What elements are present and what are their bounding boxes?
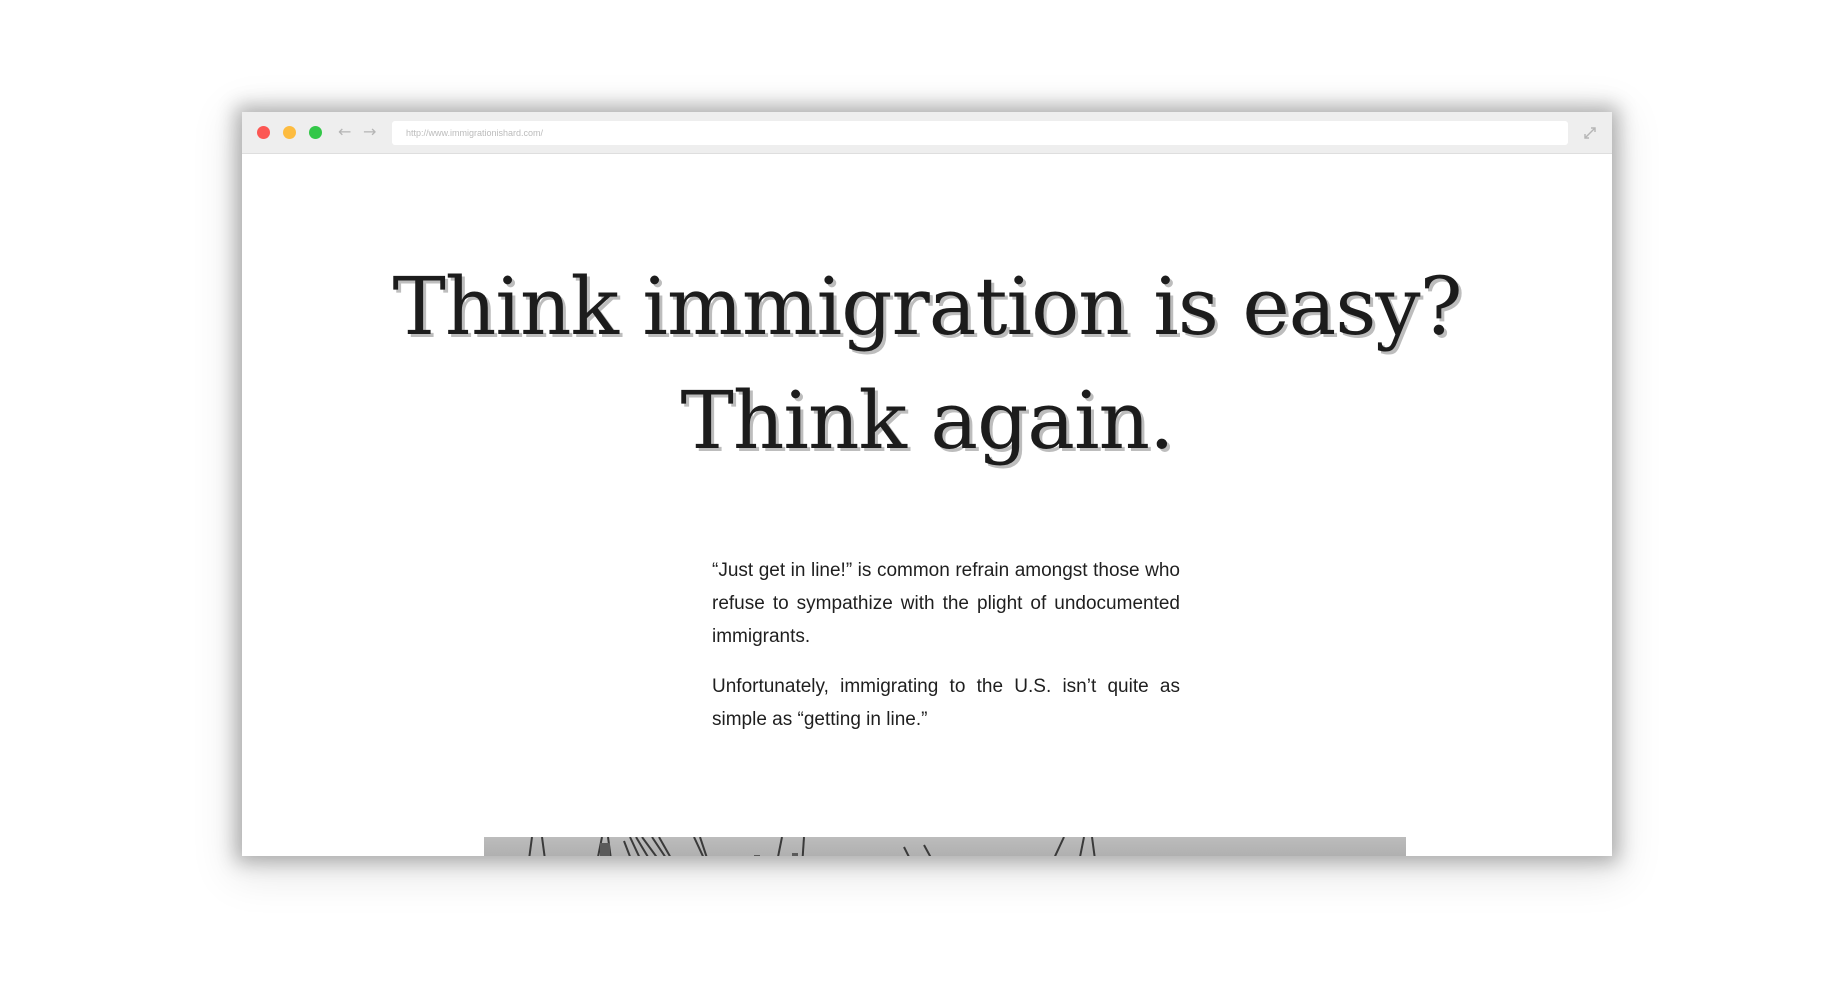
browser-window: ← → http://www.immigrationishard.com/ Th… <box>242 112 1612 856</box>
address-bar[interactable]: http://www.immigrationishard.com/ <box>392 121 1568 145</box>
minimize-window-button[interactable] <box>283 126 296 139</box>
bridge-photo <box>484 837 1406 856</box>
intro-text: “Just get in line!” is common refrain am… <box>712 554 1180 753</box>
maximize-window-button[interactable] <box>309 126 322 139</box>
expand-icon[interactable] <box>1582 125 1598 141</box>
browser-toolbar: ← → http://www.immigrationishard.com/ <box>242 112 1612 154</box>
intro-paragraph-2: Unfortunately, immigrating to the U.S. i… <box>712 676 1180 730</box>
close-window-button[interactable] <box>257 126 270 139</box>
headline-line-1: Think immigration is easy? <box>392 260 1462 353</box>
intro-paragraph-1: “Just get in line!” is common refrain am… <box>712 560 1180 647</box>
stage: ← → http://www.immigrationishard.com/ Th… <box>0 0 1846 1000</box>
bridge-cables-graphic <box>528 837 1096 856</box>
page-content: Think immigration is easy? Think again. … <box>242 154 1612 856</box>
headline-line-2: Think again. <box>680 374 1174 467</box>
back-arrow-icon[interactable]: ← <box>338 122 351 142</box>
page-headline: Think immigration is easy? Think again. <box>242 250 1612 478</box>
forward-arrow-icon[interactable]: → <box>363 122 376 142</box>
